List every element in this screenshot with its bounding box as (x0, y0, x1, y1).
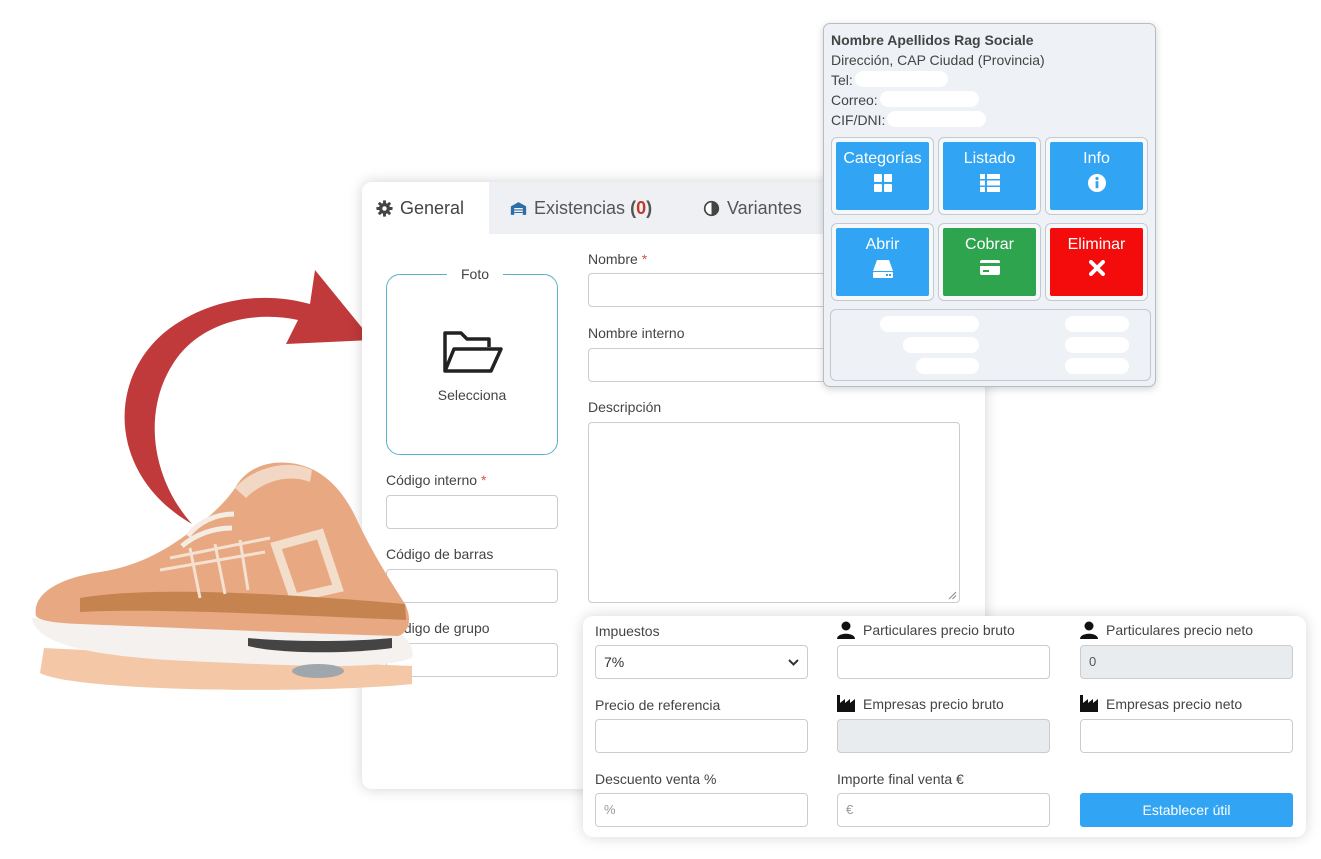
tab-variantes-label: Variantes (727, 197, 802, 218)
summary-redacted-1 (880, 316, 979, 332)
resize-handle-icon[interactable] (948, 591, 957, 600)
info-icon (1087, 174, 1106, 192)
summary-redacted-4 (1065, 316, 1129, 332)
customer-popup: Nombre Apellidos Rag Sociale Dirección, … (823, 23, 1156, 387)
descuento-input[interactable]: % (595, 793, 808, 827)
cobrar-button[interactable]: Cobrar (943, 228, 1036, 296)
factory-icon (1080, 695, 1098, 712)
importe-label: Importe final venta € (837, 771, 964, 787)
pricing-card: Impuestos 7% Particulares precio bruto P… (583, 616, 1306, 837)
emp-bruto-input (837, 719, 1050, 753)
descuento-label: Descuento venta % (595, 771, 717, 787)
impuestos-label: Impuestos (595, 623, 660, 639)
photo-upload[interactable]: Foto Selecciona (386, 266, 558, 455)
contrast-icon (703, 200, 720, 216)
info-button[interactable]: Info (1050, 142, 1143, 210)
part-neto-input: 0 (1080, 645, 1293, 679)
close-icon (1088, 260, 1105, 276)
listado-button[interactable]: Listado (943, 142, 1036, 210)
grid-icon (873, 174, 892, 192)
customer-email-label: Correo: (831, 92, 878, 108)
tab-general-label: General (400, 197, 465, 218)
customer-name: Nombre Apellidos Rag Sociale (831, 32, 1034, 48)
abrir-button-label: Abrir (865, 236, 900, 253)
customer-summary-box (830, 309, 1151, 381)
emp-neto-input[interactable] (1080, 719, 1293, 753)
summary-redacted-2 (903, 337, 979, 353)
chevron-down-icon (788, 658, 799, 666)
summary-redacted-3 (916, 358, 979, 374)
customer-address: Dirección, CAP Ciudad (Provincia) (831, 52, 1045, 68)
credit-card-icon (979, 260, 1000, 275)
nombre-interno-label: Nombre interno (588, 325, 685, 341)
cobrar-button-wrap: Cobrar (938, 223, 1041, 301)
listado-button-wrap: Listado (938, 137, 1041, 215)
gear-icon (376, 199, 393, 217)
abrir-button[interactable]: Abrir (836, 228, 929, 296)
summary-redacted-5 (1065, 337, 1129, 353)
info-button-wrap: Info (1045, 137, 1148, 215)
importe-input[interactable]: € (837, 793, 1050, 827)
eliminar-button-label: Eliminar (1067, 236, 1126, 253)
abrir-button-wrap: Abrir (831, 223, 934, 301)
descripcion-textarea[interactable] (588, 422, 960, 603)
nombre-label: Nombre * (588, 251, 648, 267)
categorias-button-wrap: Categorías (831, 137, 934, 215)
customer-tax-label: CIF/DNI: (831, 112, 886, 128)
factory-icon (837, 695, 855, 712)
stock-count: (0) (630, 197, 653, 218)
part-neto-label: Particulares precio neto (1080, 621, 1253, 639)
establecer-util-button[interactable]: Establecer útil (1080, 793, 1293, 827)
customer-tel-redacted (855, 71, 948, 87)
customer-tel-label: Tel: (831, 72, 853, 88)
user-icon (837, 621, 855, 639)
customer-email-redacted (880, 91, 979, 107)
photo-legend: Foto (447, 266, 504, 282)
emp-neto-label: Empresas precio neto (1080, 695, 1242, 712)
ref-input[interactable] (595, 719, 808, 753)
tab-existencias[interactable]: Existencias (0) (510, 182, 652, 234)
tab-general[interactable]: General (362, 182, 489, 234)
list-icon (979, 174, 1000, 192)
descripcion-label: Descripción (588, 399, 662, 415)
categorias-button-label: Categorías (843, 150, 922, 167)
part-bruto-label: Particulares precio bruto (837, 621, 1015, 639)
summary-redacted-6 (1065, 358, 1129, 374)
customer-tax-redacted (887, 111, 986, 127)
eliminar-button[interactable]: Eliminar (1050, 228, 1143, 296)
part-bruto-input[interactable] (837, 645, 1050, 679)
impuestos-select-value: 7% (604, 654, 625, 670)
photo-select-label: Selecciona (437, 387, 507, 403)
tab-existencias-label: Existencias (534, 197, 626, 218)
sneaker-product-image (32, 462, 413, 690)
categorias-button[interactable]: Categorías (836, 142, 929, 210)
drive-icon (872, 260, 893, 278)
eliminar-button-wrap: Eliminar (1045, 223, 1148, 301)
listado-button-label: Listado (963, 150, 1016, 167)
emp-bruto-label: Empresas precio bruto (837, 695, 1004, 712)
ref-label: Precio de referencia (595, 697, 721, 713)
info-button-label: Info (1083, 150, 1110, 167)
user-icon (1080, 621, 1098, 639)
folder-open-icon (443, 331, 503, 373)
warehouse-icon (510, 201, 527, 215)
cobrar-button-label: Cobrar (965, 236, 1014, 253)
impuestos-select[interactable]: 7% (595, 645, 808, 679)
tab-variantes[interactable]: Variantes (703, 182, 802, 234)
